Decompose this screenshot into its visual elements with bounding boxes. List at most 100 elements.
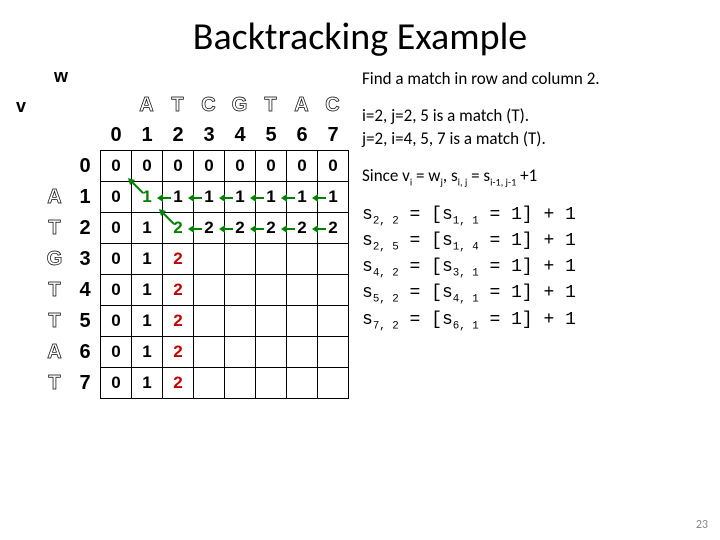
dp-cell: 0: [101, 151, 132, 182]
dp-cell: [194, 368, 225, 399]
dp-cell: 1: [132, 275, 163, 306]
dp-cell: [318, 337, 349, 368]
dp-cell: 2: [194, 213, 225, 244]
dp-cell: 1: [318, 182, 349, 213]
dp-cell: 2: [287, 213, 318, 244]
dp-cell: 2: [225, 213, 256, 244]
dp-cell: 1: [225, 182, 256, 213]
dp-cell: 2: [163, 368, 194, 399]
v-label: v: [16, 96, 26, 117]
dp-cell: 0: [101, 244, 132, 275]
col-index: 7: [318, 120, 349, 151]
w-label: w: [54, 66, 68, 87]
dp-cell: [287, 275, 318, 306]
w-seq-char: T: [163, 90, 194, 120]
dp-cell: [256, 306, 287, 337]
dp-cell: [256, 368, 287, 399]
dp-cell: [287, 337, 318, 368]
w-seq-char: C: [194, 90, 225, 120]
dp-cell: [256, 275, 287, 306]
dp-cell: [225, 275, 256, 306]
dp-cell: [225, 244, 256, 275]
dp-grid-area: w v ATCGTAC01234567000000000A101111111T2…: [14, 66, 354, 399]
dp-cell: [256, 337, 287, 368]
line-3: j=2, i=4, 5, 7 is a match (T).: [362, 128, 702, 151]
explanation-panel: Find a match in row and column 2. i=2, j…: [354, 66, 702, 399]
dp-cell: 0: [132, 151, 163, 182]
dp-table: ATCGTAC01234567000000000A101111111T20122…: [40, 90, 349, 399]
dp-cell: [318, 275, 349, 306]
col-index: 6: [287, 120, 318, 151]
dp-cell: 0: [101, 368, 132, 399]
dp-cell: 2: [163, 337, 194, 368]
dp-cell: [318, 368, 349, 399]
dp-cell: 1: [194, 182, 225, 213]
dp-cell: 0: [101, 213, 132, 244]
v-seq-char: T: [40, 306, 70, 337]
w-seq-char: A: [132, 90, 163, 120]
dp-cell: [287, 306, 318, 337]
dp-cell: [194, 337, 225, 368]
row-index: 1: [70, 182, 101, 213]
equation-line: s2, 2 = [s1, 1 = 1] + 1: [362, 203, 702, 229]
dp-cell: 1: [132, 182, 163, 213]
dp-cell: 0: [101, 306, 132, 337]
dp-cell: [287, 244, 318, 275]
dp-cell: [194, 306, 225, 337]
dp-cell: 2: [163, 244, 194, 275]
v-seq-char: T: [40, 368, 70, 399]
dp-cell: 0: [101, 337, 132, 368]
dp-cell: 1: [132, 337, 163, 368]
row-index: 6: [70, 337, 101, 368]
dp-cell: 1: [132, 368, 163, 399]
dp-cell: 0: [101, 182, 132, 213]
col-index: 2: [163, 120, 194, 151]
col-index: 1: [132, 120, 163, 151]
dp-cell: 1: [287, 182, 318, 213]
col-index: 4: [225, 120, 256, 151]
dp-cell: 0: [256, 151, 287, 182]
dp-cell: 2: [163, 306, 194, 337]
row-index: 7: [70, 368, 101, 399]
col-index: 3: [194, 120, 225, 151]
line-1: Find a match in row and column 2.: [362, 68, 702, 91]
dp-cell: [225, 306, 256, 337]
dp-cell: 0: [194, 151, 225, 182]
dp-cell: [256, 244, 287, 275]
equations-block: s2, 2 = [s1, 1 = 1] + 1s2, 5 = [s1, 4 = …: [362, 203, 702, 334]
row-index: 4: [70, 275, 101, 306]
slide-title: Backtracking Example: [0, 0, 720, 66]
dp-cell: 2: [256, 213, 287, 244]
dp-cell: 2: [163, 275, 194, 306]
dp-cell: 0: [287, 151, 318, 182]
dp-cell: 0: [163, 151, 194, 182]
row-index: 0: [70, 151, 101, 182]
dp-cell: 1: [163, 182, 194, 213]
dp-cell: [194, 275, 225, 306]
v-seq-char: A: [40, 182, 70, 213]
w-seq-char: T: [256, 90, 287, 120]
col-index: 5: [256, 120, 287, 151]
dp-cell: [194, 244, 225, 275]
dp-cell: [225, 368, 256, 399]
row-index: 2: [70, 213, 101, 244]
dp-cell: 1: [132, 244, 163, 275]
page-number: 23: [696, 518, 708, 532]
dp-cell: 1: [256, 182, 287, 213]
dp-cell: 0: [318, 151, 349, 182]
diag-arrow-icon: [128, 178, 146, 196]
dp-cell: 0: [225, 151, 256, 182]
row-index: 3: [70, 244, 101, 275]
w-seq-char: [101, 90, 132, 120]
diag-arrow-icon: [159, 209, 177, 227]
w-seq-char: A: [287, 90, 318, 120]
row-index: 5: [70, 306, 101, 337]
col-index: 0: [101, 120, 132, 151]
line-2: i=2, j=2, 5 is a match (T).: [362, 105, 702, 128]
dp-cell: 0: [101, 275, 132, 306]
dp-cell: 1: [132, 213, 163, 244]
w-seq-char: G: [225, 90, 256, 120]
dp-cell: [318, 306, 349, 337]
dp-cell: 2: [318, 213, 349, 244]
equation-line: s4, 2 = [s3, 1 = 1] + 1: [362, 255, 702, 281]
